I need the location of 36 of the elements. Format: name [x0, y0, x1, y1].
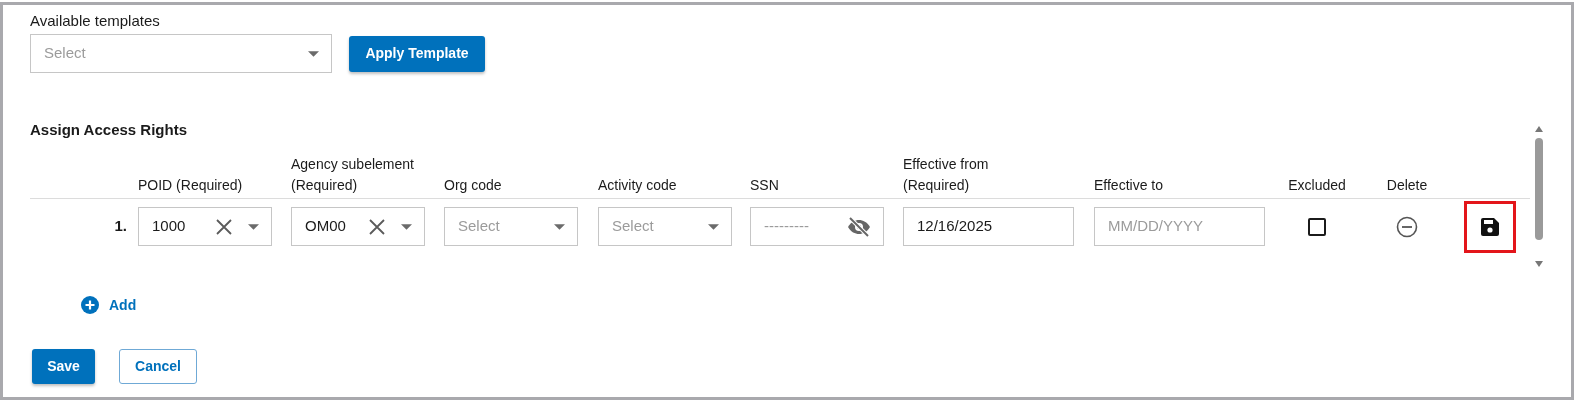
select-field[interactable]: Select	[444, 207, 578, 246]
column-header: Effective from (Required)	[903, 154, 990, 195]
column-header: Effective to	[1094, 175, 1164, 195]
caret-icon	[248, 223, 259, 230]
column-header: SSN	[750, 175, 780, 195]
caret-icon	[308, 50, 319, 57]
ssn-field[interactable]: ---------	[750, 207, 884, 246]
date-field[interactable]: 12/16/2025	[903, 207, 1074, 246]
select-field[interactable]: Select	[30, 34, 332, 73]
column-header: Agency subelement (Required)	[291, 154, 415, 195]
select-field[interactable]: OM00	[291, 207, 425, 246]
date-field[interactable]: MM/DD/YYYY	[1094, 207, 1265, 246]
caret-icon	[554, 223, 565, 230]
add-button[interactable]: Add	[81, 294, 137, 316]
eye-slash-icon[interactable]	[847, 216, 871, 237]
save-row-button[interactable]	[1464, 200, 1516, 253]
select-field[interactable]: 1000	[138, 207, 272, 246]
caret-icon	[401, 223, 412, 230]
row-number: 1.	[113, 216, 128, 237]
delete-icon[interactable]	[1396, 215, 1418, 238]
column-header: Org code	[444, 175, 503, 195]
apply-template-button[interactable]: Apply Template	[349, 35, 485, 72]
clear-icon[interactable]	[369, 218, 385, 235]
select-field[interactable]: Select	[598, 207, 732, 246]
save-button[interactable]: Save	[32, 348, 95, 384]
clear-icon[interactable]	[216, 218, 232, 235]
column-header: Activity code	[598, 175, 678, 195]
cancel-button[interactable]: Cancel	[119, 348, 197, 384]
plus-circle-icon	[81, 296, 99, 314]
field-label: Available templates	[30, 11, 161, 31]
checkbox[interactable]	[1308, 217, 1326, 236]
column-header: POID (Required)	[138, 175, 244, 195]
caret-icon	[708, 223, 719, 230]
section-title: Assign Access Rights	[30, 120, 188, 140]
column-header: Delete	[1385, 175, 1429, 195]
column-header: Excluded	[1287, 175, 1347, 195]
